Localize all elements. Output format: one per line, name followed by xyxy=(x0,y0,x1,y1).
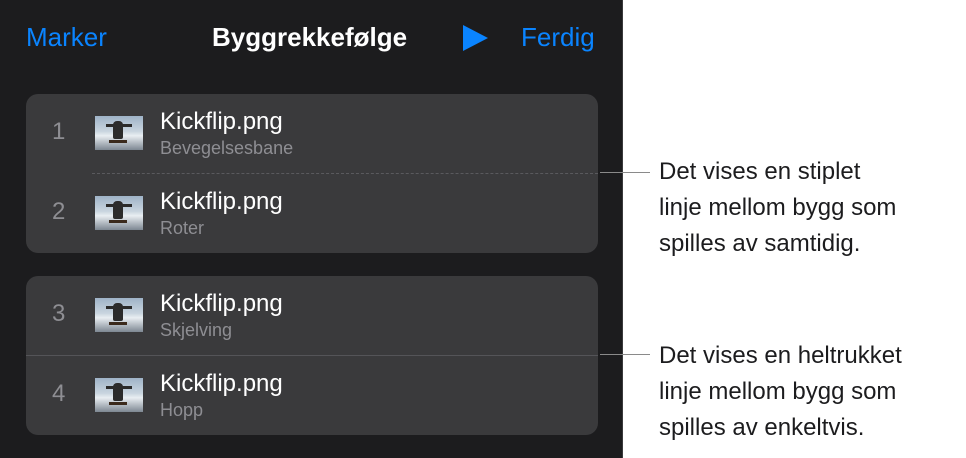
callout-text: spilles av samtidig. xyxy=(659,230,861,257)
build-row[interactable]: 2 Kickflip.png Roter xyxy=(26,174,598,254)
build-row[interactable]: 3 Kickflip.png Skjelving xyxy=(26,276,598,356)
page-title: Byggrekkefølge xyxy=(212,22,408,52)
callout-text: spilles av enkeltvis. xyxy=(659,414,865,441)
play-icon[interactable] xyxy=(461,24,489,52)
build-effect: Roter xyxy=(160,218,205,238)
image-thumbnail xyxy=(95,116,143,150)
callout-text: linje mellom bygg som xyxy=(659,378,897,405)
build-order-panel: Marker Byggrekkefølge Ferdig 1 Kickflip.… xyxy=(0,0,623,458)
build-group-sequential: 3 Kickflip.png Skjelving 4 Kickflip.png … xyxy=(26,276,598,435)
callout-leader-line xyxy=(600,354,650,355)
build-number: 4 xyxy=(52,380,66,407)
select-button[interactable]: Marker xyxy=(26,22,107,53)
build-row[interactable]: 1 Kickflip.png Bevegelsesbane xyxy=(26,94,598,174)
build-group-simultaneous: 1 Kickflip.png Bevegelsesbane 2 Kickflip… xyxy=(26,94,598,253)
callout-text: Det vises en heltrukket xyxy=(659,342,902,369)
build-effect: Bevegelsesbane xyxy=(160,138,294,158)
callout-text: Det vises en stiplet xyxy=(659,158,861,185)
build-file-name: Kickflip.png xyxy=(160,290,283,317)
build-file-name: Kickflip.png xyxy=(160,188,283,215)
callout-dashed-line: Det vises en stiplet linje mellom bygg s… xyxy=(659,154,896,262)
build-effect: Skjelving xyxy=(160,320,233,340)
done-button[interactable]: Ferdig xyxy=(521,22,595,53)
callout-solid-line: Det vises en heltrukket linje mellom byg… xyxy=(659,338,902,446)
callout-text: linje mellom bygg som xyxy=(659,194,897,221)
build-effect: Hopp xyxy=(160,400,204,420)
image-thumbnail xyxy=(95,196,143,230)
build-number: 2 xyxy=(52,198,66,225)
build-number: 3 xyxy=(52,300,66,327)
build-number: 1 xyxy=(52,118,66,145)
build-row[interactable]: 4 Kickflip.png Hopp xyxy=(26,356,598,436)
build-file-name: Kickflip.png xyxy=(160,108,283,135)
image-thumbnail xyxy=(95,298,143,332)
build-file-name: Kickflip.png xyxy=(160,370,283,397)
callout-leader-line xyxy=(600,172,650,173)
image-thumbnail xyxy=(95,378,143,412)
